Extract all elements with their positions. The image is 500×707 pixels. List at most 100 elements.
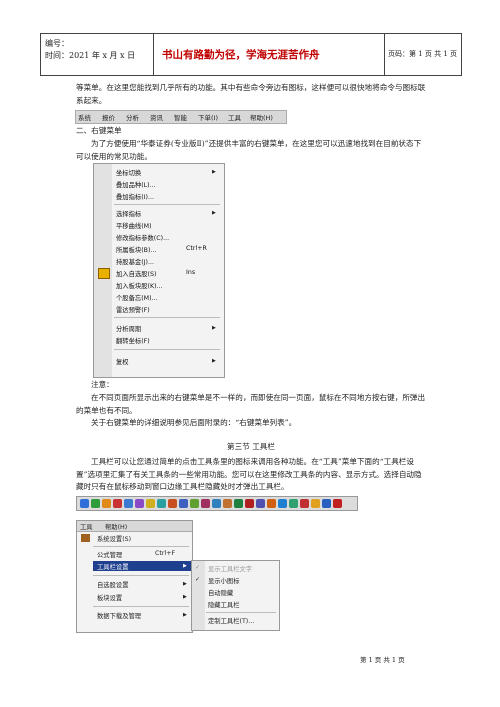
ctx-item-add-sector: 加入板块股(K)... — [116, 283, 163, 290]
submenu-item-customize: 定制工具栏(T)... — [208, 618, 255, 625]
checkmark-icon: ✓ — [195, 564, 201, 571]
f10-icon — [157, 499, 166, 508]
memo-icon — [289, 499, 298, 508]
page-footer: 第 1 页 共 1 页 — [360, 656, 405, 664]
menu-separator — [93, 546, 189, 547]
ctx-item-radar-alert: 雷达预警(F) — [116, 307, 150, 314]
zoom-icon — [245, 499, 254, 508]
quote-icon — [135, 499, 144, 508]
news-icon — [146, 499, 155, 508]
menubar-item: 报价 — [102, 114, 115, 122]
section2-title: 二、右键菜单 — [76, 126, 122, 135]
sector-icon — [168, 499, 177, 508]
submenu-arrow-icon: ▶ — [183, 594, 187, 600]
note-title: 注意： — [91, 380, 114, 389]
header-motto-cell: 书山有路勤为径，学海无涯苦作舟 — [154, 34, 385, 75]
menu-gutter — [192, 561, 205, 630]
submenu-item-auto-hide: 自动隐藏 — [208, 590, 234, 597]
submenu-arrow-icon: ▶ — [212, 169, 216, 175]
submenu-item-small-icons: 显示小图标 — [208, 578, 240, 585]
submenu-arrow-icon: ▶ — [183, 563, 187, 569]
tools-menubar: 工具 帮助(H) — [77, 521, 192, 532]
forward-icon — [91, 499, 100, 508]
tools-item-data-download: 数据下载及管理 — [97, 613, 142, 620]
header-table: 编号： 时间：2021 年 x 月 x 日 书山有路勤为径，学海无涯苦作舟 页码… — [40, 33, 462, 76]
ctx-item-fund-holdings: 持股基金(J)... — [116, 259, 154, 266]
menu-separator — [114, 349, 220, 350]
draw-icon — [256, 499, 265, 508]
home-icon — [102, 499, 111, 508]
menubar-item: 智能 — [174, 114, 187, 122]
submenu-arrow-icon: ▶ — [212, 325, 216, 331]
tools-item-watchlist: 自选股设置 — [97, 582, 129, 589]
header-left-cell: 编号： 时间：2021 年 x 月 x 日 — [41, 34, 154, 75]
time-label: 时间：2021 年 x 月 x 日 — [45, 51, 136, 60]
tools-item-formula: 公式管理 — [97, 552, 123, 559]
star-icon — [311, 499, 320, 508]
submenu-item-show-text: 显示工具栏文字 — [208, 566, 253, 573]
select-icon — [212, 499, 221, 508]
ctx-item-shift-curve: 平移曲线(M) — [116, 223, 152, 230]
test-icon — [223, 499, 232, 508]
print-icon — [267, 499, 276, 508]
submenu-arrow-icon: ▶ — [183, 612, 187, 618]
ctx-item-overlay-indicator: 叠加指标(I)... — [116, 194, 154, 201]
motto: 书山有路勤为径，学海无涯苦作舟 — [162, 49, 320, 61]
toolbar-image — [76, 496, 358, 511]
submenu-arrow-icon: ▶ — [183, 581, 187, 587]
rank-icon — [179, 499, 188, 508]
menubar-item: 工具 — [228, 114, 241, 122]
intro-paragraph: 等菜单。在这里您能找到几乎所有的功能。其中有些命令旁边有图标，这样便可以很快地将… — [76, 83, 426, 105]
alert-icon — [190, 499, 199, 508]
tools-item-sector: 板块设置 — [97, 595, 123, 602]
ctx-item-flip-axis: 翻转坐标(F) — [116, 338, 150, 345]
ctx-item-sector: 所属板块(B)... — [116, 247, 157, 254]
ctx-item-add-watchlist: 加入自选股(S) — [116, 271, 157, 278]
menu-separator — [93, 575, 189, 576]
menubar-image: 系统 报价 分析 资讯 智能 下单(I) 工具 帮助(H) — [75, 110, 287, 124]
ctx-item-period: 分析周期 — [116, 326, 142, 333]
note-paragraph: 在不同页面所显示出来的右键菜单是不一样的，而即使在同一页面，鼠标在不同地方按右键… — [76, 393, 426, 415]
checkmark-icon: ✓ — [195, 576, 201, 583]
ctx-item-adjust: 复权 — [116, 359, 129, 366]
tools-item-system-settings: 系统设置(S) — [97, 536, 132, 543]
menubar-item: 下单(I) — [198, 114, 218, 122]
submenu-arrow-icon: ▶ — [212, 358, 216, 364]
tools-menubar-item: 帮助(H) — [105, 524, 128, 531]
calc-icon — [278, 499, 287, 508]
formula-icon — [201, 499, 210, 508]
kline-icon — [124, 499, 133, 508]
menu-separator — [114, 204, 220, 205]
tools-shortcut: Ctrl+F — [155, 550, 176, 557]
tools-item-toolbar-settings: 工具栏设置 — [97, 564, 129, 571]
section3-title: 第三节 工具栏 — [227, 442, 275, 451]
ctx-item-stock-memo: 个股备忘(M)... — [116, 295, 158, 302]
tools-menu-image: 工具 帮助(H) 系统设置(S) 公式管理 Ctrl+F 工具栏设置 ▶ 自选股… — [76, 520, 193, 633]
note-paragraph-2: 关于右键菜单的详细说明参见后面附录的：“右键菜单列表”。 — [91, 418, 297, 427]
menu-separator — [206, 612, 276, 613]
exit-icon — [333, 499, 342, 508]
menubar-item: 系统 — [78, 114, 91, 122]
add-watchlist-icon — [98, 268, 110, 279]
ctx-item-select-indicator: 选择指标 — [116, 211, 142, 218]
chart-icon — [113, 499, 122, 508]
menubar-item: 帮助(H) — [250, 114, 273, 122]
ctx-item-overlay-stock: 叠加品种(L)... — [116, 182, 156, 189]
number-label: 编号： — [45, 39, 69, 48]
menu-separator — [114, 317, 220, 318]
help-icon — [322, 499, 331, 508]
page-label: 页码：第 1 页 共 1 页 — [388, 50, 458, 58]
submenu-arrow-icon: ▶ — [212, 210, 216, 216]
menubar-item: 分析 — [126, 114, 139, 122]
submenu-item-hide-toolbar: 隐藏工具栏 — [208, 602, 240, 609]
section2-paragraph: 为了方便使用“华泰证券(专业版Ⅱ)”还提供丰富的右键菜单，在这里您可以迅速地找到… — [76, 139, 422, 161]
tools-icon — [81, 534, 90, 542]
toolbar-submenu-image: ✓ 显示工具栏文字 ✓ 显示小图标 自动隐藏 隐藏工具栏 定制工具栏(T)... — [191, 560, 280, 631]
ctx-shortcut: Ctrl+R — [186, 245, 207, 252]
ctx-item-coordinate-switch: 坐标切换 — [116, 170, 142, 177]
ctx-item-edit-params: 修改指标参数(C)... — [116, 235, 170, 242]
section3-paragraph: 工具栏可以让您通过简单的点击工具条里的图标来调用各种功能。在“工具”菜单下面的“… — [76, 457, 422, 491]
trade-icon — [234, 499, 243, 508]
back-icon — [80, 499, 89, 508]
header-page-cell: 页码：第 1 页 共 1 页 — [385, 34, 461, 75]
